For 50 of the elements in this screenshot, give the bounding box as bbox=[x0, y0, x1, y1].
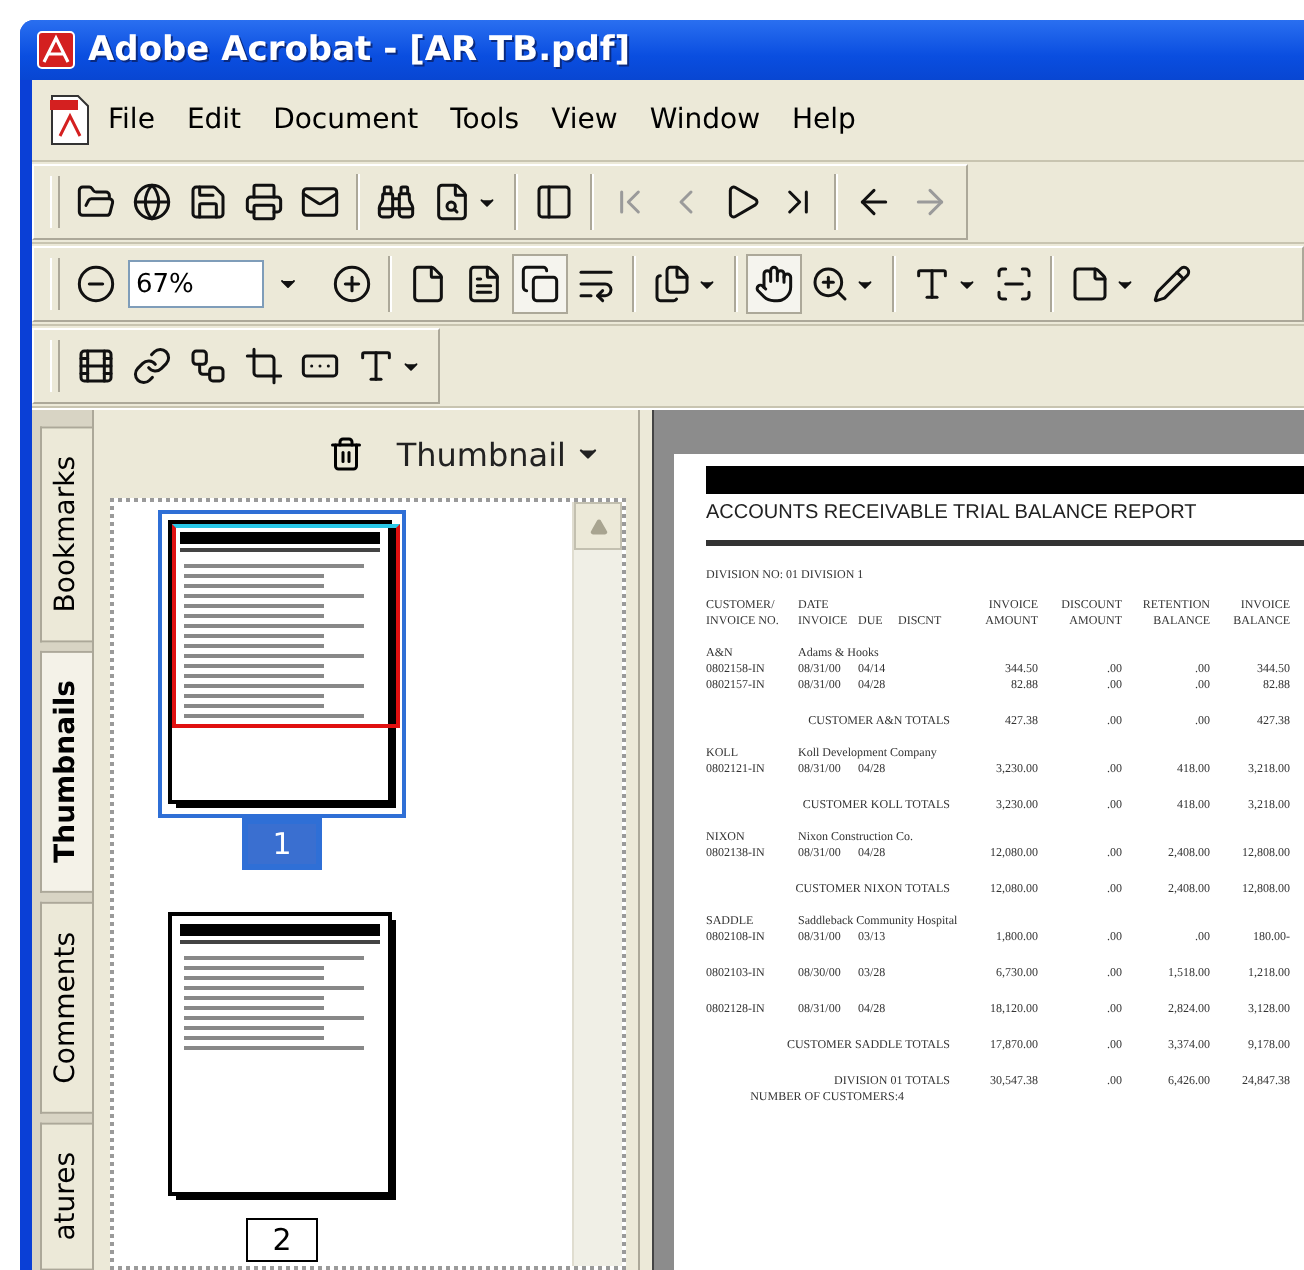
open-folder-icon bbox=[76, 182, 116, 222]
snapshot-icon bbox=[994, 264, 1034, 304]
crop-icon bbox=[244, 346, 284, 386]
globe-icon bbox=[132, 182, 172, 222]
side-tab[interactable]: Bookmarks bbox=[40, 426, 92, 643]
rotate-pages-icon bbox=[652, 264, 692, 304]
page-width-icon bbox=[464, 264, 504, 304]
film-icon bbox=[76, 346, 116, 386]
printer-icon bbox=[244, 182, 284, 222]
menu-item[interactable]: Help bbox=[780, 98, 872, 142]
thumbnail-options-button[interactable]: Thumbnail bbox=[392, 431, 606, 477]
toolbar-button[interactable] bbox=[746, 254, 802, 314]
toolbar-button[interactable] bbox=[512, 254, 568, 314]
zoom-in-icon bbox=[332, 264, 372, 304]
side-tab[interactable]: Thumbnails bbox=[40, 650, 92, 894]
visible-area-frame[interactable] bbox=[172, 524, 400, 728]
zoom-out-icon bbox=[76, 264, 116, 304]
side-tab[interactable]: atures bbox=[40, 1121, 92, 1270]
pane-splitter[interactable] bbox=[638, 410, 654, 1270]
mail-icon bbox=[300, 182, 340, 222]
menu-item[interactable]: File bbox=[96, 98, 171, 142]
page-number: 2 bbox=[246, 1218, 318, 1262]
menu-item[interactable]: View bbox=[539, 98, 634, 142]
menu-item[interactable]: Document bbox=[261, 98, 435, 142]
panel-icon bbox=[534, 182, 574, 222]
note-icon bbox=[1070, 264, 1110, 304]
menu-item[interactable]: Window bbox=[637, 98, 777, 142]
page-number: 1 bbox=[242, 818, 322, 870]
menu-item[interactable]: Edit bbox=[174, 98, 258, 142]
document-search-icon bbox=[432, 182, 472, 222]
binoculars-icon bbox=[376, 182, 416, 222]
report-title: ACCOUNTS RECEIVABLE TRIAL BALANCE REPORT bbox=[706, 502, 1199, 524]
up-arrow-icon bbox=[589, 517, 607, 535]
link-icon bbox=[132, 346, 172, 386]
article-icon bbox=[188, 346, 228, 386]
text-select-icon bbox=[912, 264, 952, 304]
text-icon bbox=[356, 346, 396, 386]
window-title: Adobe Acrobat - [AR TB.pdf] bbox=[88, 30, 631, 70]
side-tab[interactable]: Comments bbox=[40, 901, 92, 1114]
page-icon bbox=[408, 264, 448, 304]
document-icon bbox=[48, 94, 92, 146]
save-icon bbox=[188, 182, 228, 222]
fit-page-icon bbox=[520, 264, 560, 304]
hand-icon bbox=[754, 264, 794, 304]
trash-icon[interactable] bbox=[328, 436, 365, 472]
menu-item[interactable]: Tools bbox=[438, 98, 536, 142]
pencil-icon bbox=[1152, 264, 1192, 304]
magnifier-icon bbox=[810, 264, 850, 304]
app-logo-icon bbox=[36, 30, 76, 70]
zoom-field[interactable]: 67% bbox=[128, 260, 264, 308]
